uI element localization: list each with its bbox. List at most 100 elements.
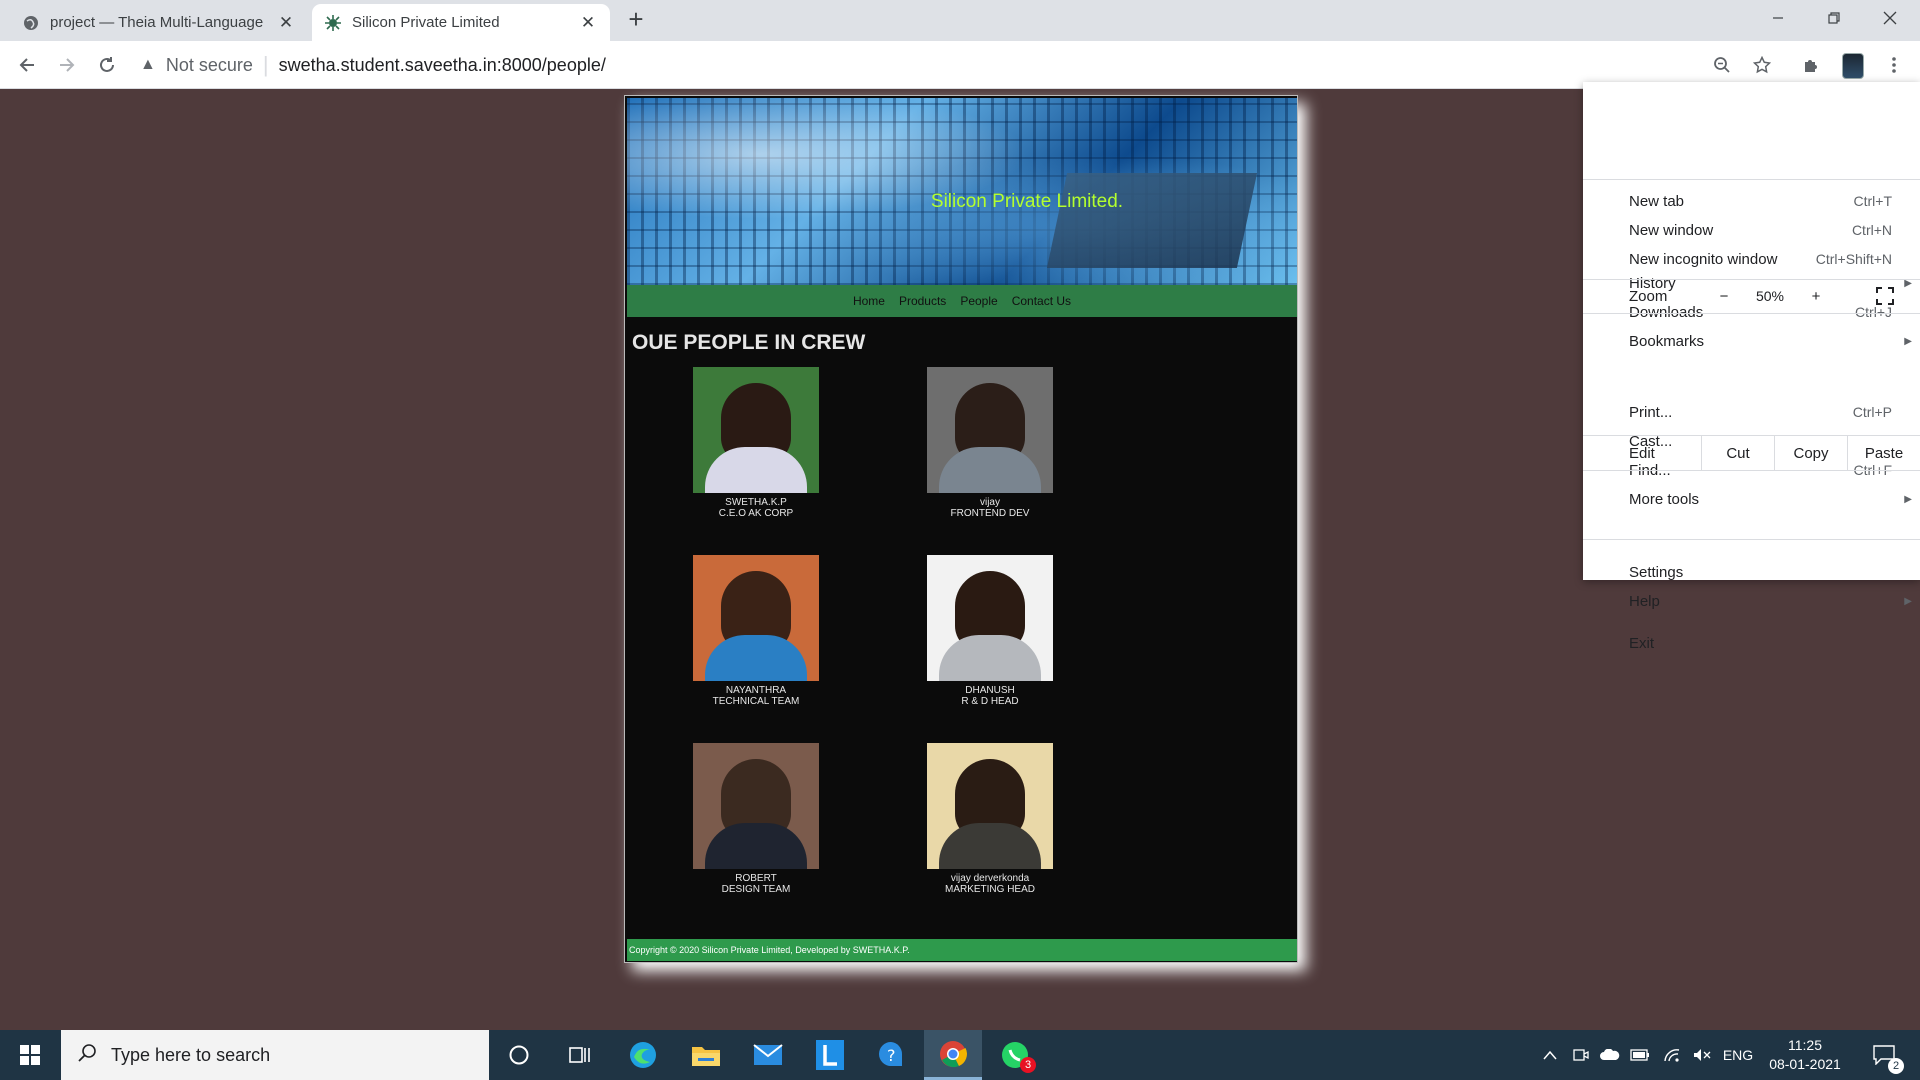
- person-name: SWETHA.K.P: [725, 497, 787, 508]
- back-arrow-icon[interactable]: [12, 50, 42, 80]
- notification-count-badge: 2: [1888, 1058, 1904, 1074]
- person-photo: [927, 367, 1053, 493]
- nav-link-home[interactable]: Home: [853, 294, 885, 308]
- menu-item-settings[interactable]: Settings: [1583, 558, 1920, 586]
- submenu-arrow-icon: ▶: [1904, 335, 1912, 347]
- onedrive-cloud-icon[interactable]: [1596, 1030, 1624, 1080]
- nav-link-people[interactable]: People: [960, 294, 997, 308]
- edge-browser-icon[interactable]: [614, 1030, 672, 1080]
- show-hidden-icons-chevron-icon[interactable]: [1536, 1030, 1564, 1080]
- globe-icon: [22, 14, 40, 32]
- menu-item-new-tab[interactable]: New tab Ctrl+T: [1583, 187, 1920, 215]
- launcher-l-icon[interactable]: [801, 1030, 859, 1080]
- person-name: vijay derverkonda: [950, 873, 1030, 884]
- whatsapp-icon[interactable]: 3: [986, 1030, 1044, 1080]
- menu-item-help[interactable]: Help ▶: [1583, 587, 1920, 615]
- submenu-arrow-icon: ▶: [1904, 595, 1912, 607]
- person-name: ROBERT: [735, 873, 777, 884]
- menu-label: Print...: [1629, 403, 1673, 421]
- nav-link-products[interactable]: Products: [899, 294, 946, 308]
- search-placeholder: Type here to search: [111, 1044, 271, 1065]
- omnibox-divider: |: [262, 52, 269, 77]
- input-language[interactable]: ENG: [1718, 1030, 1758, 1080]
- person-photo: [693, 367, 819, 493]
- minimize-window-icon[interactable]: [1750, 0, 1806, 36]
- cut-button[interactable]: Cut: [1701, 436, 1774, 470]
- person-name: vijay: [979, 497, 1000, 508]
- menu-label: Help: [1629, 592, 1660, 610]
- person-role: MARKETING HEAD: [944, 884, 1035, 895]
- bookmark-star-icon[interactable]: [1747, 50, 1777, 80]
- extensions-puzzle-icon[interactable]: [1796, 50, 1826, 80]
- cortana-icon[interactable]: [490, 1030, 548, 1080]
- person-card: SWETHA.K.P C.E.O AK CORP: [666, 367, 846, 519]
- person-role: C.E.O AK CORP: [718, 508, 794, 519]
- menu-shortcut: Ctrl+Shift+N: [1815, 251, 1892, 267]
- forward-arrow-icon[interactable]: [52, 50, 82, 80]
- whatsapp-unread-badge: 3: [1020, 1057, 1036, 1073]
- menu-label: Settings: [1629, 563, 1684, 581]
- menu-divider: [1583, 179, 1920, 180]
- header-banner-image: Silicon Private Limited.: [627, 98, 1297, 285]
- close-window-icon[interactable]: [1862, 0, 1918, 36]
- tab-theia-project[interactable]: project — Theia Multi-Language ✕: [10, 4, 308, 41]
- more-menu-icon[interactable]: [1879, 50, 1909, 80]
- chrome-browser-icon[interactable]: [924, 1030, 982, 1080]
- help-chat-icon[interactable]: ?: [862, 1030, 920, 1080]
- person-role: DESIGN TEAM: [721, 884, 791, 895]
- wifi-icon[interactable]: [1658, 1030, 1686, 1080]
- search-icon: [77, 1043, 97, 1068]
- new-tab-button[interactable]: +: [622, 6, 650, 34]
- file-explorer-icon[interactable]: [677, 1030, 735, 1080]
- system-clock[interactable]: 11:25 08-01-2021: [1760, 1036, 1850, 1074]
- person-role: TECHNICAL TEAM: [712, 696, 800, 707]
- warning-triangle-icon[interactable]: ▲: [140, 56, 156, 74]
- security-label[interactable]: Not secure: [166, 55, 253, 76]
- menu-edit-row: Edit Cut Copy Paste: [1583, 436, 1920, 470]
- person-card: ROBERT DESIGN TEAM: [666, 743, 846, 895]
- menu-label: More tools: [1629, 490, 1700, 508]
- tab-strip: project — Theia Multi-Language ✕ Silicon…: [0, 0, 1920, 41]
- menu-item-bookmarks[interactable]: Bookmarks ▶: [1583, 327, 1920, 355]
- clock-date: 08-01-2021: [1769, 1056, 1841, 1072]
- tab-silicon-private-limited[interactable]: Silicon Private Limited ✕: [312, 4, 610, 41]
- reload-icon[interactable]: [92, 50, 122, 80]
- task-view-icon[interactable]: [551, 1030, 609, 1080]
- zoom-in-button[interactable]: +: [1793, 288, 1839, 305]
- taskbar-search-box[interactable]: Type here to search: [61, 1030, 489, 1080]
- menu-item-print[interactable]: Print... Ctrl+P: [1583, 398, 1920, 426]
- person-photo: [693, 743, 819, 869]
- action-center-icon[interactable]: 2: [1862, 1030, 1906, 1080]
- fullscreen-icon[interactable]: [1876, 287, 1894, 305]
- zoom-level: 50%: [1755, 288, 1785, 304]
- meet-now-icon[interactable]: [1568, 1030, 1594, 1080]
- menu-label: New incognito window: [1629, 250, 1778, 268]
- copy-button[interactable]: Copy: [1774, 436, 1847, 470]
- menu-item-more-tools[interactable]: More tools ▶: [1583, 485, 1920, 513]
- person-photo: [693, 555, 819, 681]
- svg-text:?: ?: [887, 1046, 896, 1065]
- menu-label: Bookmarks: [1629, 332, 1705, 350]
- restore-window-icon[interactable]: [1806, 0, 1862, 36]
- close-tab-icon[interactable]: ✕: [578, 13, 598, 33]
- submenu-arrow-icon: ▶: [1904, 493, 1912, 505]
- windows-start-icon[interactable]: [0, 1030, 60, 1080]
- menu-shortcut: Ctrl+N: [1851, 222, 1892, 238]
- zoom-magnifier-icon[interactable]: [1707, 50, 1737, 80]
- zoom-out-button[interactable]: −: [1701, 288, 1747, 305]
- person-name: DHANUSH: [965, 685, 1015, 696]
- nav-link-contact-us[interactable]: Contact Us: [1012, 294, 1071, 308]
- person-role: R & D HEAD: [961, 696, 1019, 707]
- site-title: Silicon Private Limited.: [930, 191, 1124, 212]
- paste-button[interactable]: Paste: [1847, 436, 1920, 470]
- profile-avatar[interactable]: [1842, 53, 1864, 79]
- speaker-muted-icon[interactable]: [1688, 1030, 1716, 1080]
- url-text[interactable]: swetha.student.saveetha.in:8000/people/: [279, 55, 606, 76]
- site-footer: Copyright © 2020 Silicon Private Limited…: [627, 939, 1297, 961]
- menu-item-exit[interactable]: Exit: [1583, 629, 1920, 657]
- close-tab-icon[interactable]: ✕: [276, 13, 296, 33]
- mail-icon[interactable]: [739, 1030, 797, 1080]
- address-bar[interactable]: ▲ Not secure | swetha.student.saveetha.i…: [140, 49, 1440, 81]
- battery-icon[interactable]: [1626, 1030, 1654, 1080]
- menu-item-new-window[interactable]: New window Ctrl+N: [1583, 216, 1920, 244]
